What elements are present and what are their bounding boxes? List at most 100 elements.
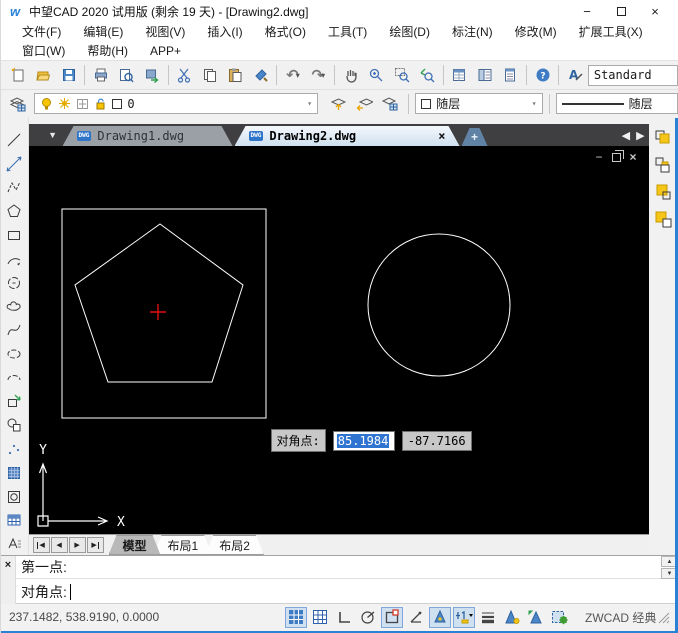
layer-states-button[interactable] — [377, 92, 402, 116]
match-properties-button[interactable] — [248, 63, 273, 87]
tab-drawing2[interactable]: DWG Drawing2.dwg × — [235, 126, 460, 146]
menu-draw[interactable]: 绘图(D) — [378, 23, 441, 40]
menu-dimension[interactable]: 标注(N) — [441, 23, 504, 40]
help-button[interactable]: ? — [530, 63, 555, 87]
insert-block-tool-button[interactable] — [2, 391, 26, 413]
zoom-previous-button[interactable] — [414, 63, 439, 87]
copy-button[interactable] — [197, 63, 222, 87]
snap-toggle[interactable] — [285, 607, 307, 628]
dynamic-input-x-field[interactable]: 85.1984 — [333, 431, 395, 451]
make-object-layer-current-button[interactable] — [326, 92, 351, 116]
linetype-select[interactable]: 随层 — [556, 93, 678, 114]
properties-palette-button[interactable] — [447, 63, 472, 87]
resize-grip[interactable] — [657, 611, 670, 624]
rectangle-tool-button[interactable] — [2, 224, 26, 246]
workspace-switch-button[interactable] — [549, 607, 571, 628]
undo-button[interactable]: ↶▾ — [280, 63, 305, 87]
polar-toggle[interactable] — [357, 607, 379, 628]
hatch-tool-button[interactable] — [2, 462, 26, 484]
line-tool-button[interactable] — [2, 129, 26, 151]
bring-above-objects-button[interactable] — [651, 181, 675, 203]
zoom-window-button[interactable] — [389, 63, 414, 87]
pan-button[interactable] — [338, 63, 363, 87]
dynamic-ucs-toggle[interactable] — [429, 607, 451, 628]
menu-express-tools[interactable]: 扩展工具(X) — [568, 23, 654, 40]
bring-to-front-button[interactable] — [651, 127, 675, 149]
circle-tool-button[interactable] — [2, 272, 26, 294]
drawing-canvas[interactable]: Y X − × 对角点: 85.1984 -87.7166 — [29, 146, 649, 534]
menu-app-plus[interactable]: APP+ — [139, 44, 192, 58]
tab-layout2[interactable]: 布局2 — [205, 535, 264, 555]
new-file-button[interactable] — [5, 63, 30, 87]
region-tool-button[interactable] — [2, 486, 26, 508]
annotation-autoscale-toggle[interactable] — [525, 607, 547, 628]
lineweight-toggle[interactable] — [477, 607, 499, 628]
polyline-tool-button[interactable] — [2, 177, 26, 199]
menu-modify[interactable]: 修改(M) — [504, 23, 568, 40]
spline-tool-button[interactable] — [2, 319, 26, 341]
ellipse-arc-tool-button[interactable] — [2, 367, 26, 389]
menu-view[interactable]: 视图(V) — [134, 23, 196, 40]
mtext-tool-button[interactable] — [2, 533, 26, 555]
point-tool-button[interactable] — [2, 438, 26, 460]
menu-help[interactable]: 帮助(H) — [76, 42, 139, 59]
command-panel-close-button[interactable]: × — [1, 556, 15, 574]
command-input-row[interactable]: 对角点: — [16, 580, 678, 604]
layer-previous-button[interactable] — [351, 92, 376, 116]
doc-restore-button[interactable] — [612, 153, 621, 162]
menu-edit[interactable]: 编辑(E) — [72, 23, 134, 40]
zoom-realtime-button[interactable] — [363, 63, 388, 87]
dynamic-input-y-field[interactable]: -87.7166 — [402, 431, 472, 451]
grid-toggle[interactable] — [309, 607, 331, 628]
arc-tool-button[interactable] — [2, 248, 26, 270]
make-block-tool-button[interactable] — [2, 414, 26, 436]
menu-window[interactable]: 窗口(W) — [11, 42, 76, 59]
layout-last-button[interactable]: ▶ — [87, 537, 104, 553]
menu-format[interactable]: 格式(O) — [254, 23, 317, 40]
new-tab-button[interactable]: + — [462, 128, 488, 146]
cut-button[interactable] — [172, 63, 197, 87]
menu-file[interactable]: 文件(F) — [11, 23, 72, 40]
polygon-tool-button[interactable] — [2, 200, 26, 222]
osnap-toggle[interactable] — [381, 607, 403, 628]
window-maximize-button[interactable] — [604, 1, 638, 21]
window-minimize-button[interactable]: − — [570, 1, 604, 21]
save-button[interactable] — [56, 63, 81, 87]
design-center-button[interactable] — [472, 63, 497, 87]
layout-first-button[interactable]: ◀ — [33, 537, 50, 553]
layout-next-button[interactable]: ▶ — [69, 537, 86, 553]
tab-scroll-left-button[interactable]: ◀ — [622, 129, 630, 142]
revision-cloud-tool-button[interactable] — [2, 295, 26, 317]
layer-select[interactable]: 0 ▾ — [34, 93, 318, 114]
color-select[interactable]: 随层 ▾ — [415, 93, 542, 114]
doc-close-button[interactable]: × — [630, 150, 637, 164]
ortho-toggle[interactable] — [333, 607, 355, 628]
menu-tools[interactable]: 工具(T) — [317, 23, 378, 40]
dynamic-input-toggle[interactable] — [453, 607, 475, 628]
doc-minimize-button[interactable]: − — [596, 150, 603, 164]
menu-insert[interactable]: 插入(I) — [196, 23, 253, 40]
open-file-button[interactable] — [30, 63, 55, 87]
tab-drawing1[interactable]: DWG Drawing1.dwg — [63, 126, 233, 146]
text-style-select[interactable]: Standard — [588, 65, 678, 86]
tab-model[interactable]: 模型 — [109, 535, 161, 555]
tab-close-icon[interactable]: × — [438, 129, 445, 143]
paste-button[interactable] — [222, 63, 247, 87]
send-to-back-button[interactable] — [651, 154, 675, 176]
annotation-visibility-toggle[interactable] — [501, 607, 523, 628]
print-preview-button[interactable] — [114, 63, 139, 87]
layer-manager-button[interactable] — [5, 92, 30, 116]
table-tool-button[interactable] — [2, 510, 26, 532]
tab-list-button[interactable]: ▼ — [43, 124, 63, 146]
publish-button[interactable] — [139, 63, 164, 87]
redo-button[interactable]: ↷▾ — [306, 63, 331, 87]
tab-scroll-right-button[interactable]: ▶ — [636, 129, 644, 142]
print-button[interactable] — [88, 63, 113, 87]
window-close-button[interactable]: × — [638, 1, 672, 21]
send-under-objects-button[interactable] — [651, 208, 675, 230]
layout-prev-button[interactable]: ◀ — [51, 537, 68, 553]
otrack-toggle[interactable] — [405, 607, 427, 628]
text-style-button[interactable]: A — [562, 63, 587, 87]
ellipse-tool-button[interactable] — [2, 343, 26, 365]
construction-line-tool-button[interactable] — [2, 153, 26, 175]
